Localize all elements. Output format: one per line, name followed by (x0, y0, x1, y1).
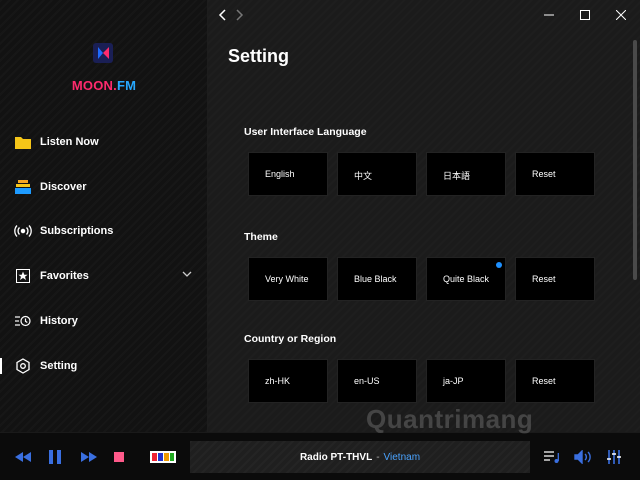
sidebar-item-label: History (40, 315, 78, 327)
playlist-icon[interactable] (544, 447, 560, 467)
option-label: 日本語 (443, 171, 471, 181)
selected-indicator-icon (496, 262, 502, 268)
sidebar-item-label: Subscriptions (40, 225, 114, 237)
option-label: ja-JP (443, 376, 464, 386)
section-title-region: Country or Region (244, 333, 337, 345)
chevron-down-icon[interactable] (182, 269, 192, 282)
rewind-icon[interactable] (14, 447, 32, 467)
now-playing[interactable]: Radio PT-THVL - Vietnam (190, 441, 530, 473)
pause-icon[interactable] (46, 447, 64, 467)
star-icon (14, 267, 32, 285)
page-title: Setting (228, 46, 289, 66)
option-label: Blue Black (354, 274, 397, 284)
section-title-language: User Interface Language (244, 126, 367, 138)
player-bar: Radio PT-THVL - Vietnam (0, 432, 640, 480)
station-separator: - (376, 451, 380, 463)
sidebar-item-setting[interactable]: Setting (0, 348, 208, 384)
fast-forward-icon[interactable] (80, 447, 98, 467)
region-reset-button[interactable]: Reset (515, 359, 595, 403)
sidebar: MOON.FM Listen Now Discover Subscription… (0, 0, 208, 432)
equalizer-icon[interactable] (606, 447, 622, 467)
folder-icon (14, 133, 32, 151)
sidebar-item-label: Discover (40, 181, 87, 193)
watermark: Quantrimang (366, 404, 534, 434)
option-label: Very White (265, 274, 309, 284)
theme-reset-button[interactable]: Reset (515, 257, 595, 301)
theme-option-quite-black[interactable]: Quite Black (426, 257, 506, 301)
option-label: Reset (532, 274, 556, 284)
section-title-theme: Theme (244, 231, 278, 243)
theme-option-blue-black[interactable]: Blue Black (337, 257, 417, 301)
logo-text-part-b: FM (116, 78, 137, 93)
sidebar-item-label: Favorites (40, 270, 89, 282)
volume-icon[interactable] (574, 447, 594, 467)
region-option-zh-hk[interactable]: zh-HK (248, 359, 328, 403)
app-logo-text: MOON.FM (0, 78, 208, 93)
option-label: Reset (532, 169, 556, 179)
sidebar-item-subscriptions[interactable]: Subscriptions (0, 213, 208, 249)
option-label: zh-HK (265, 376, 291, 386)
option-label: 中文 (354, 171, 373, 181)
language-option-english[interactable]: English (248, 152, 328, 196)
sidebar-item-favorites[interactable]: Favorites (0, 258, 208, 294)
language-reset-button[interactable]: Reset (515, 152, 595, 196)
settings-panel: Setting User Interface Language English … (208, 0, 640, 432)
sidebar-item-discover[interactable]: Discover (0, 169, 208, 205)
option-label: Reset (532, 376, 556, 386)
sidebar-item-listen-now[interactable]: Listen Now (0, 124, 208, 160)
language-option-chinese[interactable]: 中文 (337, 152, 417, 196)
maximize-icon[interactable] (576, 6, 594, 24)
station-name: Radio PT-THVL (299, 451, 373, 463)
theme-option-very-white[interactable]: Very White (248, 257, 328, 301)
region-option-en-us[interactable]: en-US (337, 359, 417, 403)
region-option-ja-jp[interactable]: ja-JP (426, 359, 506, 403)
history-icon (14, 312, 32, 330)
logo-text-part-a: MOON. (71, 78, 117, 93)
scrollbar-thumb[interactable] (633, 40, 637, 280)
option-label: Quite Black (443, 274, 490, 284)
title-bar (208, 0, 640, 30)
station-thumbnail-icon (150, 447, 176, 467)
close-icon[interactable] (612, 6, 630, 24)
settings-icon (14, 357, 32, 375)
minimize-icon[interactable] (540, 6, 558, 24)
app-logo-icon (90, 40, 116, 66)
stack-icon (14, 178, 32, 196)
sidebar-item-history[interactable]: History (0, 303, 208, 339)
language-option-japanese[interactable]: 日本語 (426, 152, 506, 196)
option-label: English (265, 169, 295, 179)
stop-icon[interactable] (112, 447, 126, 467)
forward-arrow-icon[interactable] (230, 6, 248, 24)
broadcast-icon (14, 222, 32, 240)
option-label: en-US (354, 376, 380, 386)
sidebar-item-label: Setting (40, 360, 78, 372)
sidebar-item-label: Listen Now (40, 136, 99, 148)
station-country: Vietnam (383, 451, 421, 463)
